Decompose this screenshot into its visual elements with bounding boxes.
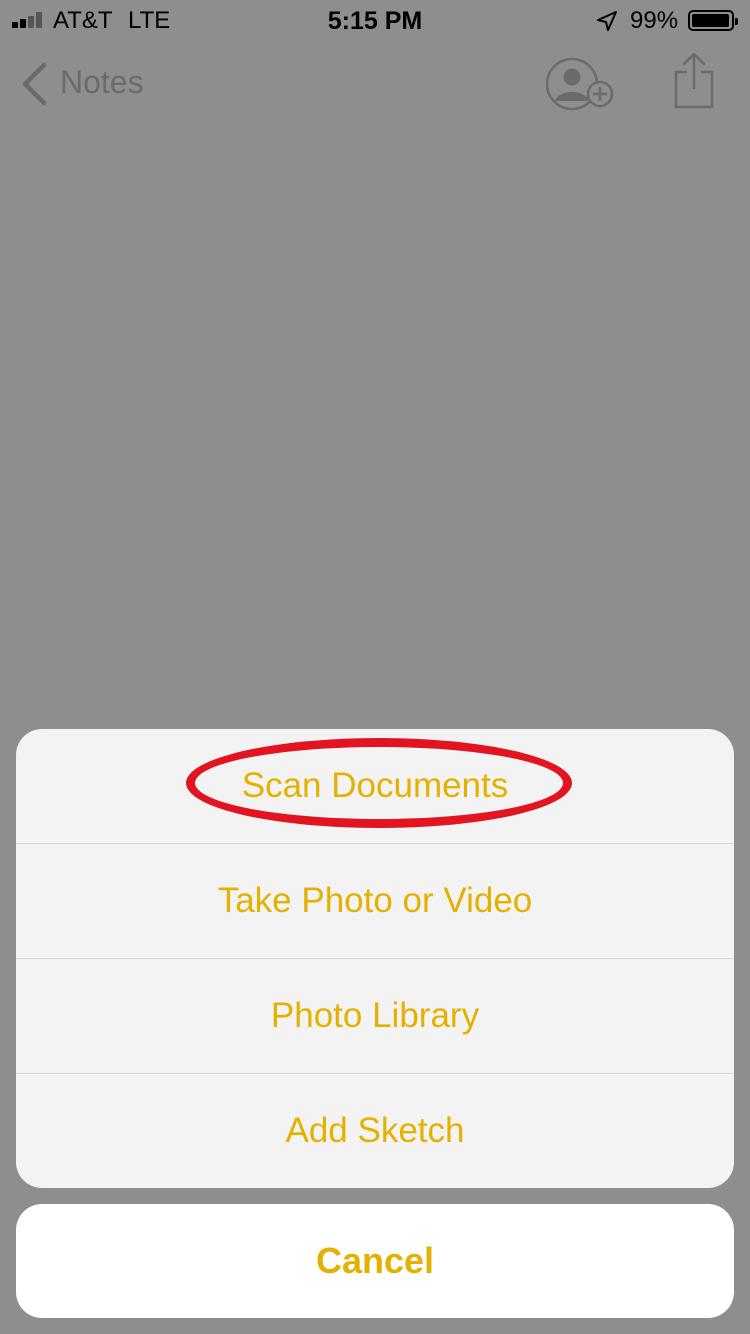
photo-library-label: Photo Library <box>270 996 480 1035</box>
back-button-label[interactable]: Notes <box>60 64 144 101</box>
take-photo-or-video-label: Take Photo or Video <box>217 881 533 920</box>
location-arrow-icon <box>597 11 617 31</box>
scan-documents-button[interactable]: Scan Documents <box>16 729 734 843</box>
battery-percent: 99% <box>630 7 679 34</box>
chevron-left-icon[interactable] <box>20 62 48 106</box>
cancel-button[interactable]: Cancel <box>16 1204 734 1318</box>
add-person-icon[interactable] <box>546 56 618 112</box>
navigation-bar: Notes <box>0 40 750 128</box>
add-sketch-button[interactable]: Add Sketch <box>16 1073 734 1188</box>
add-sketch-label: Add Sketch <box>285 1111 465 1150</box>
take-photo-or-video-button[interactable]: Take Photo or Video <box>16 843 734 958</box>
photo-library-button[interactable]: Photo Library <box>16 958 734 1073</box>
battery-icon <box>688 10 738 31</box>
action-sheet: Scan Documents Take Photo or Video Photo… <box>16 729 734 1188</box>
cancel-label: Cancel <box>315 1240 435 1281</box>
status-bar: AT&T LTE 5:15 PM 99% <box>0 0 750 40</box>
share-icon[interactable] <box>672 52 716 110</box>
highlight-annotation-ring <box>186 738 572 828</box>
